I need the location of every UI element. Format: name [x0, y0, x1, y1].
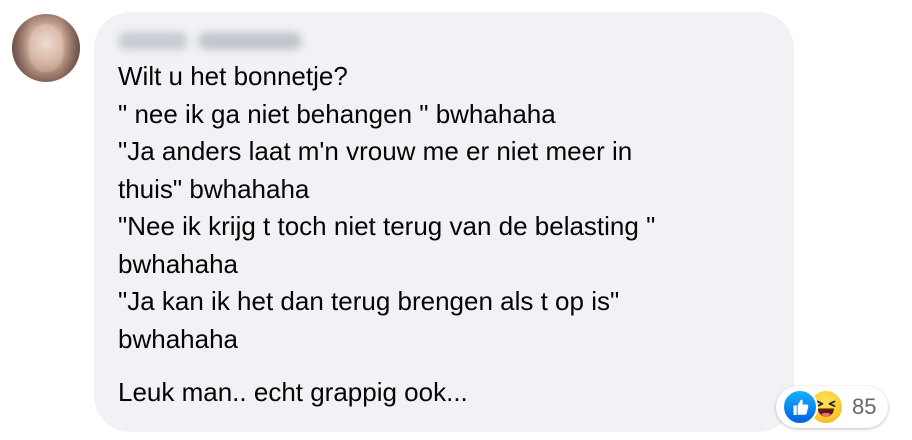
reaction-count: 85 [852, 394, 877, 419]
comment-author-name[interactable]: Susan Webster [118, 28, 306, 54]
comment-closing-line: Leuk man.. echt grappig ook... [118, 377, 468, 407]
comment-line: "Ja kan ik het dan terug brengen als t o… [118, 286, 620, 316]
comment-line: bwhahaha [118, 248, 238, 279]
avatar[interactable] [12, 14, 80, 82]
comment-line: bwhahaha [118, 323, 238, 354]
blurred-name-part [198, 32, 302, 50]
comment-line: Wilt u het bonnetje? [118, 61, 348, 91]
comment-line: "Ja anders laat m'n vrouw me er niet mee… [118, 136, 633, 166]
comment-line: " nee ik ga niet behangen " bwhahaha [118, 98, 556, 129]
reaction-summary[interactable]: 85 [776, 386, 889, 428]
blurred-name-part [118, 32, 188, 50]
comment-line: thuis" bwhahaha [118, 173, 310, 204]
avatar-shade [12, 14, 80, 82]
comment-line: "Nee ik krijg t toch niet terug van de b… [118, 211, 656, 241]
comment-text: Wilt u het bonnetje? " nee ik ga niet be… [118, 58, 778, 412]
author-name-text: Susan Webster [118, 28, 119, 29]
like-icon [782, 389, 818, 425]
